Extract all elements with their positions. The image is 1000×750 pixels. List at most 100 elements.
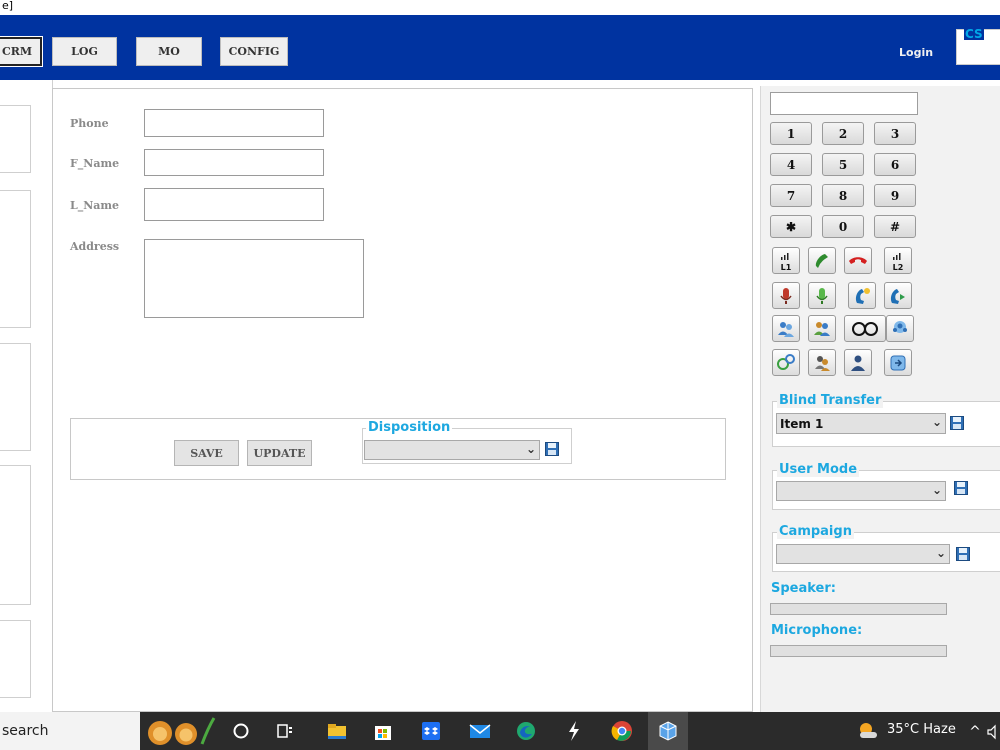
dial-key-0[interactable]: 0 — [822, 215, 864, 238]
weather-readout[interactable]: 35°C Haze — [887, 722, 956, 737]
taskbar-search-box[interactable]: search — [0, 712, 140, 750]
save-button[interactable]: SAVE — [174, 440, 239, 466]
disposition-select[interactable]: ⌄ — [364, 440, 540, 460]
blind-transfer-value: Item 1 — [780, 416, 824, 431]
line-2-button[interactable]: L2 — [884, 247, 912, 274]
phone-hold-icon — [855, 287, 870, 304]
left-panel-box — [0, 465, 31, 605]
voicemail-icon — [852, 321, 878, 336]
contacts-button[interactable] — [886, 315, 914, 342]
chevron-down-icon: ⌄ — [931, 415, 942, 429]
cortana-icon[interactable] — [230, 720, 252, 742]
address-label: Address — [70, 240, 120, 253]
top-nav-bar: CRM LOG MO CONFIG Login CS — [0, 15, 1000, 80]
dial-key-1[interactable]: 1 — [770, 122, 812, 145]
update-button[interactable]: UPDATE — [247, 440, 312, 466]
signal-icon: L1 — [781, 252, 792, 272]
phone-input[interactable] — [144, 109, 324, 137]
transfer-call-button[interactable] — [884, 282, 912, 309]
window-title: e] — [0, 0, 1000, 15]
dial-key-hash[interactable]: # — [874, 215, 916, 238]
dial-number-input[interactable] — [770, 92, 918, 115]
address-textarea[interactable] — [144, 239, 364, 318]
chrome-icon[interactable] — [611, 720, 633, 742]
team-icon — [815, 355, 830, 371]
microphone-volume-bar[interactable] — [770, 645, 947, 657]
phone-hangup-icon — [849, 256, 867, 264]
fname-input[interactable] — [144, 149, 324, 176]
speaker-volume-bar[interactable] — [770, 603, 947, 615]
active-app-icon[interactable] — [657, 720, 679, 742]
dial-key-7[interactable]: 7 — [770, 184, 812, 207]
exit-icon — [890, 355, 906, 370]
taskbar: search 35°C Haze ^ — [0, 712, 1000, 750]
file-explorer-icon[interactable] — [326, 720, 348, 742]
blind-transfer-legend: Blind Transfer — [777, 393, 884, 408]
save-disk-icon[interactable] — [954, 481, 968, 495]
line-1-button[interactable]: L1 — [772, 247, 800, 274]
chevron-down-icon: ⌄ — [935, 546, 946, 560]
call-answer-button[interactable] — [808, 247, 836, 274]
user-mode-select[interactable]: ⌄ — [776, 481, 946, 501]
dial-key-8[interactable]: 8 — [822, 184, 864, 207]
lion-icon — [148, 717, 216, 745]
weather-icon[interactable] — [857, 720, 879, 742]
edge-browser-icon[interactable] — [515, 720, 537, 742]
weather-text: Haze — [923, 722, 956, 737]
speaker-label: Speaker: — [771, 581, 836, 596]
mute-microphone-button[interactable] — [772, 282, 800, 309]
save-disk-icon[interactable] — [545, 442, 559, 456]
add-participant-button[interactable] — [808, 315, 836, 342]
left-panel-box — [0, 620, 31, 698]
nav-log-button[interactable]: LOG — [52, 37, 117, 66]
nav-crm-button[interactable]: CRM — [0, 36, 43, 67]
svg-text:L2: L2 — [893, 263, 904, 272]
phone-transfer-icon — [890, 288, 905, 304]
exit-button[interactable] — [884, 349, 912, 376]
mail-icon[interactable] — [469, 720, 491, 742]
left-panel-box — [0, 343, 31, 451]
save-disk-icon[interactable] — [950, 416, 964, 430]
speaker-icon[interactable] — [983, 721, 1000, 743]
microphone-muted-icon — [780, 287, 792, 304]
campaign-select[interactable]: ⌄ — [776, 544, 950, 564]
chat-button[interactable] — [772, 349, 800, 376]
left-panel-box — [0, 190, 31, 328]
left-column — [0, 80, 53, 712]
lname-input[interactable] — [144, 188, 324, 221]
dial-key-2[interactable]: 2 — [822, 122, 864, 145]
phone-label: Phone — [70, 117, 109, 130]
dial-key-5[interactable]: 5 — [822, 153, 864, 176]
agent-button[interactable] — [844, 349, 872, 376]
phone-answer-icon — [815, 253, 828, 268]
task-view-icon[interactable] — [274, 720, 296, 742]
dropbox-icon[interactable] — [420, 720, 442, 742]
bolt-app-icon[interactable] — [563, 720, 585, 742]
chat-users-icon — [777, 353, 795, 370]
conference-button[interactable] — [772, 315, 800, 342]
search-highlight-image[interactable] — [142, 714, 216, 748]
voicemail-button[interactable] — [844, 315, 886, 342]
nav-config-button[interactable]: CONFIG — [220, 37, 288, 66]
dial-key-4[interactable]: 4 — [770, 153, 812, 176]
blind-transfer-select[interactable]: Item 1 ⌄ — [776, 413, 946, 434]
team-button[interactable] — [808, 349, 836, 376]
microphone-icon — [816, 287, 828, 304]
microphone-label: Microphone: — [771, 623, 863, 638]
dial-key-6[interactable]: 6 — [874, 153, 916, 176]
login-link[interactable]: Login — [899, 46, 933, 59]
store-icon[interactable] — [372, 720, 394, 742]
group-add-icon — [814, 321, 830, 336]
dial-key-star[interactable]: ✱ — [770, 215, 812, 238]
lname-label: L_Name — [70, 199, 120, 212]
dial-key-3[interactable]: 3 — [874, 122, 916, 145]
unmute-microphone-button[interactable] — [808, 282, 836, 309]
customer-form-panel — [52, 88, 753, 712]
call-hangup-button[interactable] — [844, 247, 872, 274]
campaign-legend: Campaign — [777, 524, 854, 539]
hold-call-button[interactable] — [848, 282, 876, 309]
user-icon — [851, 355, 865, 371]
nav-mo-button[interactable]: MO — [136, 37, 202, 66]
dial-key-9[interactable]: 9 — [874, 184, 916, 207]
save-disk-icon[interactable] — [956, 547, 970, 561]
